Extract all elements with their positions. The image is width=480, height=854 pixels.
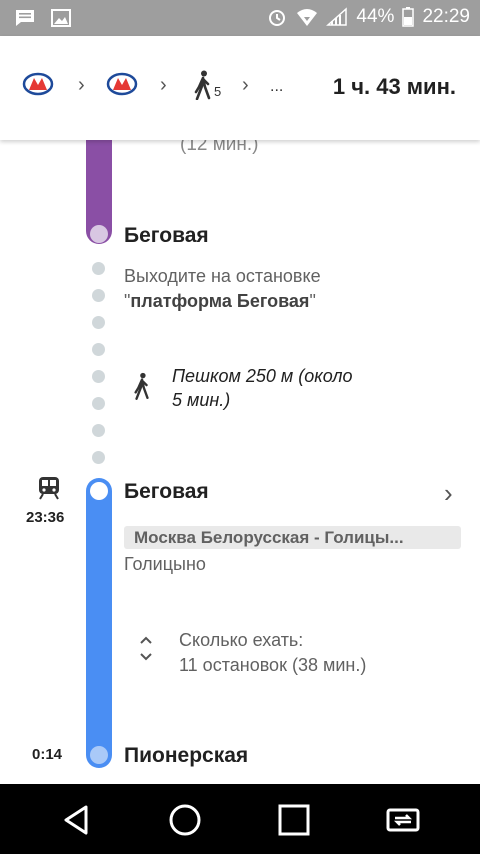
more-segments: ... — [270, 78, 284, 95]
exit-instruction-line1: Выходите на остановке — [124, 266, 321, 286]
arrival-time: 0:14 — [32, 746, 63, 763]
stop-dot — [90, 482, 108, 500]
metro-icon — [22, 72, 54, 96]
system-nav-bar — [0, 784, 480, 854]
metro-icon — [106, 72, 138, 96]
stop-name-begovaya-train[interactable]: Беговая — [124, 480, 209, 504]
ride-title: Сколько ехать: — [179, 630, 304, 650]
exit-instruction: Выходите на остановке "платформа Беговая… — [124, 264, 321, 314]
walk-dot — [92, 424, 105, 437]
train-terminal: Голицыно — [124, 554, 206, 574]
total-duration: 1 ч. 43 мин. — [332, 74, 456, 99]
clock-time: 22:29 — [422, 6, 470, 27]
stop-dot — [90, 746, 108, 764]
train-direction: Москва Белорусская - Голицы... — [124, 526, 461, 549]
route-summary-header[interactable]: › › 5 › ... 1 ч. 43 мин. — [0, 36, 480, 140]
walk-segment: 5 — [192, 70, 221, 105]
walk-dot — [92, 370, 105, 383]
walk-dot — [92, 289, 105, 302]
message-icon — [16, 10, 34, 26]
stop-dot — [90, 225, 108, 243]
walk-dot — [92, 316, 105, 329]
walk-dot — [92, 451, 105, 464]
home-icon[interactable] — [167, 802, 203, 838]
wifi-icon — [297, 9, 318, 26]
battery-icon — [402, 7, 415, 27]
train-icon — [39, 477, 59, 500]
walk-minutes: 5 — [214, 84, 222, 99]
exit-platform-name: платформа Беговая — [130, 291, 310, 311]
image-icon — [51, 9, 71, 27]
train-line-segment — [86, 478, 112, 768]
alarm-icon — [269, 10, 286, 26]
stop-name-pionerskaya: Пионерская — [124, 744, 249, 767]
battery-percent: 44% — [356, 6, 395, 27]
chevron-right-icon: › — [242, 74, 249, 96]
departure-time: 23:36 — [26, 509, 65, 526]
chevron-right-icon: › — [160, 74, 167, 96]
expand-icon[interactable] — [138, 634, 154, 664]
ride-detail: 11 остановок (38 мин.) — [179, 655, 367, 675]
status-bar: 44% 22:29 — [0, 0, 480, 36]
exit-instruction-line2: "платформа Беговая" — [124, 291, 316, 311]
chevron-right-icon: › — [78, 74, 85, 96]
walk-dot — [92, 343, 105, 356]
stop-name-begovaya-metro: Беговая — [124, 224, 209, 247]
previous-segment-duration: (12 мин.) — [180, 140, 259, 155]
recents-icon[interactable] — [276, 802, 312, 838]
walk-dot — [92, 262, 105, 275]
ride-stops-info[interactable]: Сколько ехать: 11 остановок (38 мин.) — [179, 628, 366, 678]
walk-instruction: Пешком 250 м (около 5 мин.) — [172, 366, 353, 410]
signal-icon — [326, 7, 348, 26]
back-icon[interactable] — [58, 802, 94, 838]
walk-icon — [194, 70, 211, 101]
switch-app-icon[interactable] — [385, 802, 421, 838]
walk-dot — [92, 397, 105, 410]
route-timeline[interactable]: (12 мин.) Беговая Выходите на остановке … — [0, 140, 480, 784]
walk-icon — [134, 372, 149, 400]
chevron-right-icon[interactable]: › — [444, 478, 453, 509]
